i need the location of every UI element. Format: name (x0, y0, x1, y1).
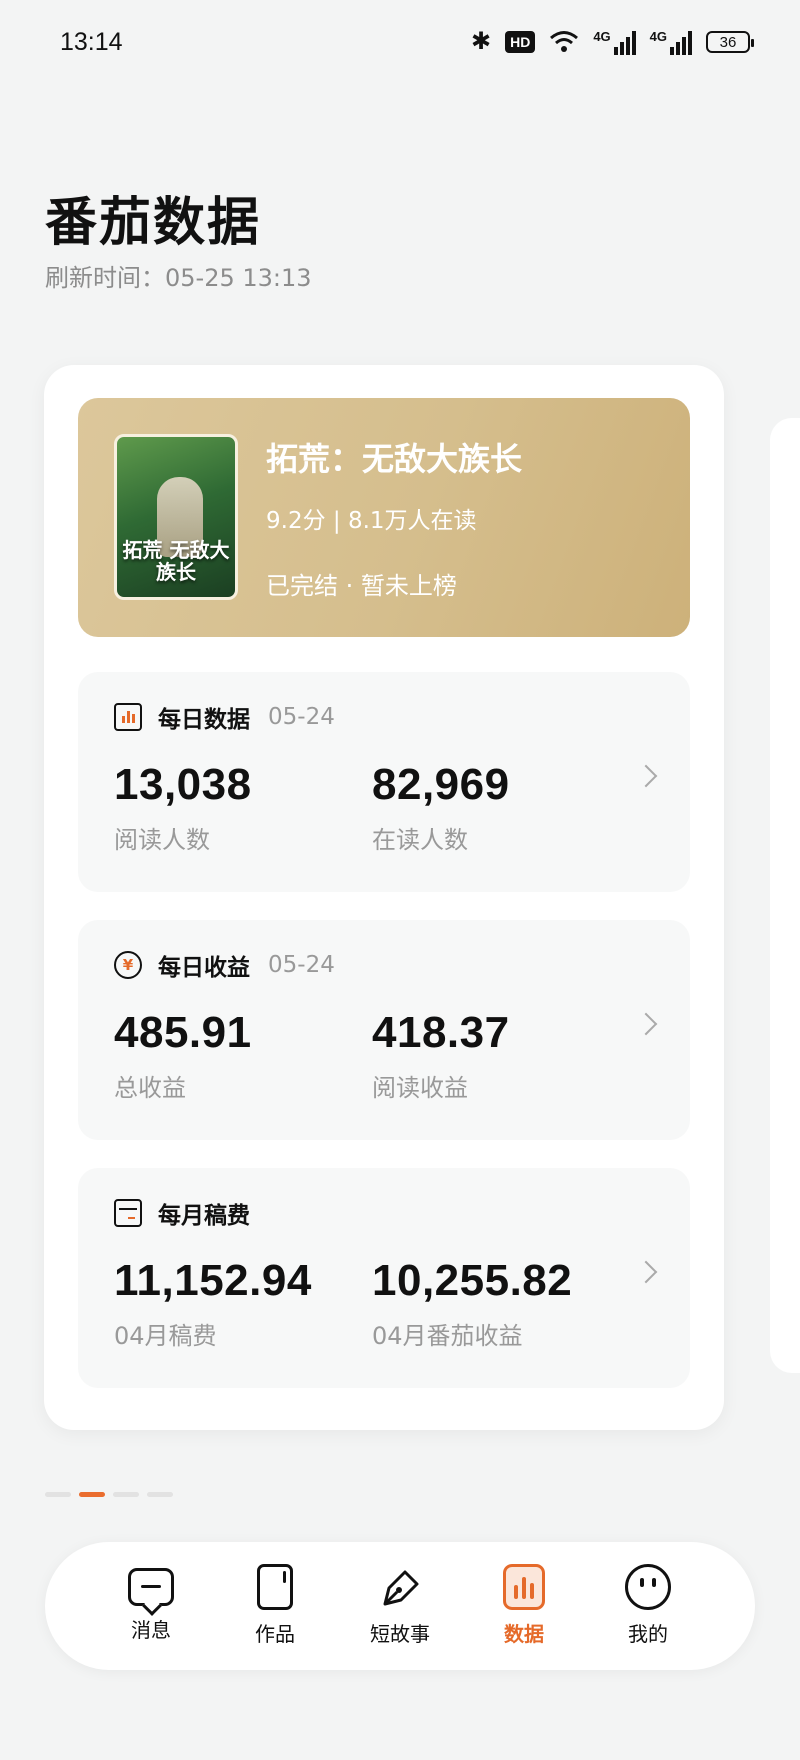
tab-works-label: 作品 (255, 1622, 295, 1646)
daily-data-date: 05-24 (268, 704, 335, 730)
book-title: 拓荒：无敌大族长 (266, 440, 523, 478)
daily-data-header: 每日数据 05-24 (114, 700, 335, 734)
tab-works[interactable]: 作品 (225, 1564, 325, 1647)
bottom-tab-bar: 消息 作品 短故事 数据 我的 (45, 1542, 755, 1670)
monthly-fee-label: 04月稿费 (114, 1322, 217, 1350)
page-dot[interactable] (113, 1492, 139, 1497)
readers-value: 13,038 (114, 760, 252, 809)
tomato-income-label: 04月番茄收益 (372, 1322, 523, 1350)
yuan-coin-icon: ¥ (114, 951, 142, 979)
signal-icon-2: 4G (650, 29, 692, 55)
status-bar: 13:14 ✱ HD 4G 4G 36 (0, 0, 800, 90)
monthly-fee-title: 每月稿费 (158, 1203, 250, 1229)
battery-icon: 36 (706, 31, 754, 53)
total-income-label: 总收益 (114, 1074, 186, 1102)
refresh-time: 刷新时间：05-25 13:13 (45, 264, 312, 292)
status-time: 13:14 (60, 28, 123, 56)
total-income-value: 485.91 (114, 1008, 252, 1057)
page-dot[interactable] (45, 1492, 71, 1497)
book-cover[interactable]: 拓荒 无敌大族长 (114, 434, 238, 600)
data-chart-icon (503, 1564, 545, 1610)
reading-now-label: 在读人数 (372, 826, 468, 854)
page-indicator (45, 1492, 173, 1497)
face-icon (625, 1564, 671, 1610)
book-status: 已完结 · 暂未上榜 (266, 572, 457, 600)
monthly-fee-value: 11,152.94 (114, 1256, 312, 1305)
book-data-card: 拓荒 无敌大族长 拓荒：无敌大族长 9.2分 | 8.1万人在读 已完结 · 暂… (44, 365, 724, 1430)
tab-data[interactable]: 数据 (474, 1564, 574, 1647)
tab-messages[interactable]: 消息 (101, 1564, 201, 1643)
tomato-income-value: 10,255.82 (372, 1256, 573, 1305)
signal-icon-1: 4G (593, 29, 636, 55)
page-dot[interactable] (147, 1492, 173, 1497)
bluetooth-icon: ✱ (470, 28, 492, 55)
wallet-icon (114, 1199, 142, 1227)
cover-title: 拓荒 无敌大族长 (122, 538, 230, 584)
wifi-icon (550, 31, 579, 52)
page-title: 番茄数据 (45, 192, 262, 253)
daily-data-section[interactable]: 每日数据 05-24 13,038 阅读人数 82,969 在读人数 (78, 672, 690, 892)
tab-messages-label: 消息 (131, 1618, 171, 1642)
reading-income-value: 418.37 (372, 1008, 510, 1057)
document-icon (257, 1564, 293, 1610)
readers-label: 阅读人数 (114, 826, 210, 854)
pen-icon (383, 1570, 419, 1606)
tab-data-label: 数据 (504, 1622, 544, 1646)
chevron-right-icon[interactable] (634, 1012, 658, 1036)
reading-now-value: 82,969 (372, 760, 510, 809)
monthly-fee-section[interactable]: 每月稿费 11,152.94 04月稿费 10,255.82 04月番茄收益 (78, 1168, 690, 1388)
tab-short-stories[interactable]: 短故事 (350, 1564, 450, 1647)
book-banner[interactable]: 拓荒 无敌大族长 拓荒：无敌大族长 9.2分 | 8.1万人在读 已完结 · 暂… (78, 398, 690, 637)
hd-badge: HD (505, 31, 536, 53)
message-icon (128, 1568, 174, 1606)
daily-income-header: ¥ 每日收益 05-24 (114, 948, 335, 982)
daily-data-title: 每日数据 (158, 707, 250, 733)
tab-me-label: 我的 (628, 1622, 668, 1646)
chevron-right-icon[interactable] (634, 764, 658, 788)
tab-short-stories-label: 短故事 (370, 1622, 430, 1646)
reading-income-label: 阅读收益 (372, 1074, 468, 1102)
next-card-peek[interactable] (770, 418, 800, 1373)
daily-income-section[interactable]: ¥ 每日收益 05-24 485.91 总收益 418.37 阅读收益 (78, 920, 690, 1140)
page-dot-active[interactable] (79, 1492, 105, 1497)
tab-me[interactable]: 我的 (598, 1564, 698, 1647)
monthly-fee-header: 每月稿费 (114, 1196, 250, 1230)
book-rating: 9.2分 | 8.1万人在读 (266, 508, 477, 534)
chevron-right-icon[interactable] (634, 1260, 658, 1284)
daily-income-title: 每日收益 (158, 955, 250, 981)
status-icons: ✱ HD 4G 4G 36 (470, 28, 754, 56)
daily-income-date: 05-24 (268, 952, 335, 978)
bar-chart-icon (114, 703, 142, 731)
